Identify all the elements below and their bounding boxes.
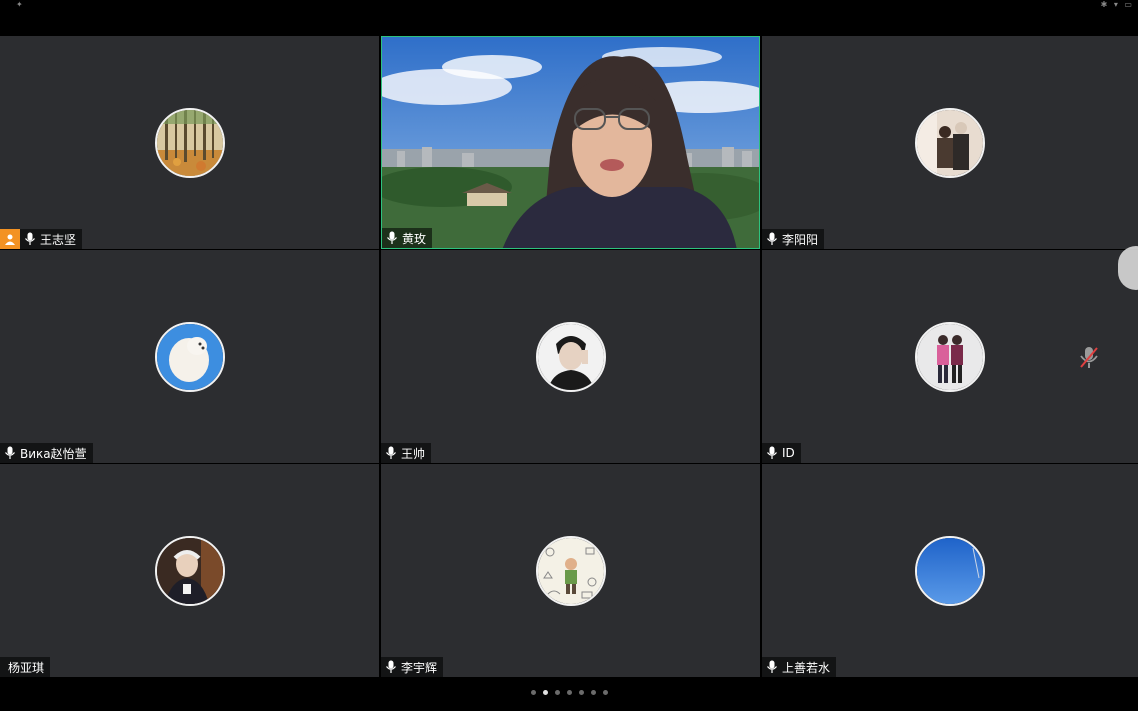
page-dot[interactable]	[554, 690, 560, 695]
muted-microphone-icon[interactable]	[1078, 345, 1100, 371]
video-grid: 王志坚 黄玫 李阳阳 Вика赵怡萱 王帅 ID 杨亚琪 李宇辉 上善若水	[0, 36, 1138, 678]
page-dot[interactable]	[602, 690, 608, 695]
person-icon	[5, 234, 15, 245]
participant-name-tag: 李阳阳	[762, 229, 825, 249]
sky-avatar	[915, 535, 985, 606]
participant-name-tag: 王帅	[381, 443, 432, 463]
participant-tile[interactable]: Вика赵怡萱	[0, 250, 379, 463]
microphone-icon	[5, 446, 15, 459]
microphone-icon	[767, 232, 777, 245]
active-speaker-tile[interactable]: 黄玫	[381, 36, 760, 249]
participant-name: 王帅	[401, 446, 426, 461]
dog-avatar	[154, 321, 225, 392]
participant-name: 李宇辉	[401, 660, 438, 675]
participant-name-tag: 王志坚	[0, 229, 83, 249]
forest-avatar	[154, 107, 225, 178]
page-dot[interactable]	[542, 690, 548, 695]
participant-name-tag: ID	[762, 443, 801, 463]
participant-tile[interactable]: 李宇辉	[381, 464, 760, 677]
portrait-avatar	[535, 321, 606, 392]
microphone-icon	[386, 446, 396, 459]
participant-name: 李阳阳	[782, 232, 819, 247]
system-status-icons: ✱ ▾ ▭	[1100, 0, 1134, 9]
participant-name-tag: 李宇辉	[381, 657, 444, 677]
page-dot[interactable]	[566, 690, 572, 695]
participant-name-tag: 杨亚琪	[0, 657, 51, 677]
participant-name: 王志坚	[40, 232, 77, 247]
microphone-icon	[767, 660, 777, 673]
participant-name: 上善若水	[782, 660, 831, 675]
participant-tile[interactable]: 李阳阳	[762, 36, 1138, 249]
participant-name: Вика赵怡萱	[20, 446, 87, 461]
page-indicator[interactable]	[0, 690, 1138, 695]
couple-avatar	[915, 107, 985, 178]
microphone-icon	[387, 231, 397, 244]
host-badge	[0, 229, 20, 249]
participant-name: 黄玫	[402, 231, 427, 246]
microphone-icon	[25, 232, 35, 245]
participant-name-tag: 黄玫	[382, 228, 433, 248]
walking-avatar	[915, 321, 985, 392]
participant-tile[interactable]: 王志坚	[0, 36, 379, 249]
elder-avatar	[154, 535, 225, 606]
participant-name: 杨亚琪	[8, 660, 45, 675]
page-dot[interactable]	[590, 690, 596, 695]
participant-tile[interactable]: 王帅	[381, 250, 760, 463]
doodle-avatar	[535, 535, 606, 606]
page-dot[interactable]	[578, 690, 584, 695]
participant-name-tag: Вика赵怡萱	[0, 443, 93, 463]
notification-icon: ✦	[16, 0, 23, 9]
page-dot[interactable]	[530, 690, 536, 695]
microphone-icon	[386, 660, 396, 673]
status-bar: ✦ ✱ ▾ ▭	[0, 0, 1138, 10]
participant-tile[interactable]: ID	[762, 250, 1138, 463]
participant-tile[interactable]: 上善若水	[762, 464, 1138, 677]
speaker-video	[382, 37, 759, 248]
participant-name: ID	[782, 446, 795, 460]
microphone-icon	[767, 446, 777, 459]
participant-name-tag: 上善若水	[762, 657, 837, 677]
participant-tile[interactable]: 杨亚琪	[0, 464, 379, 677]
